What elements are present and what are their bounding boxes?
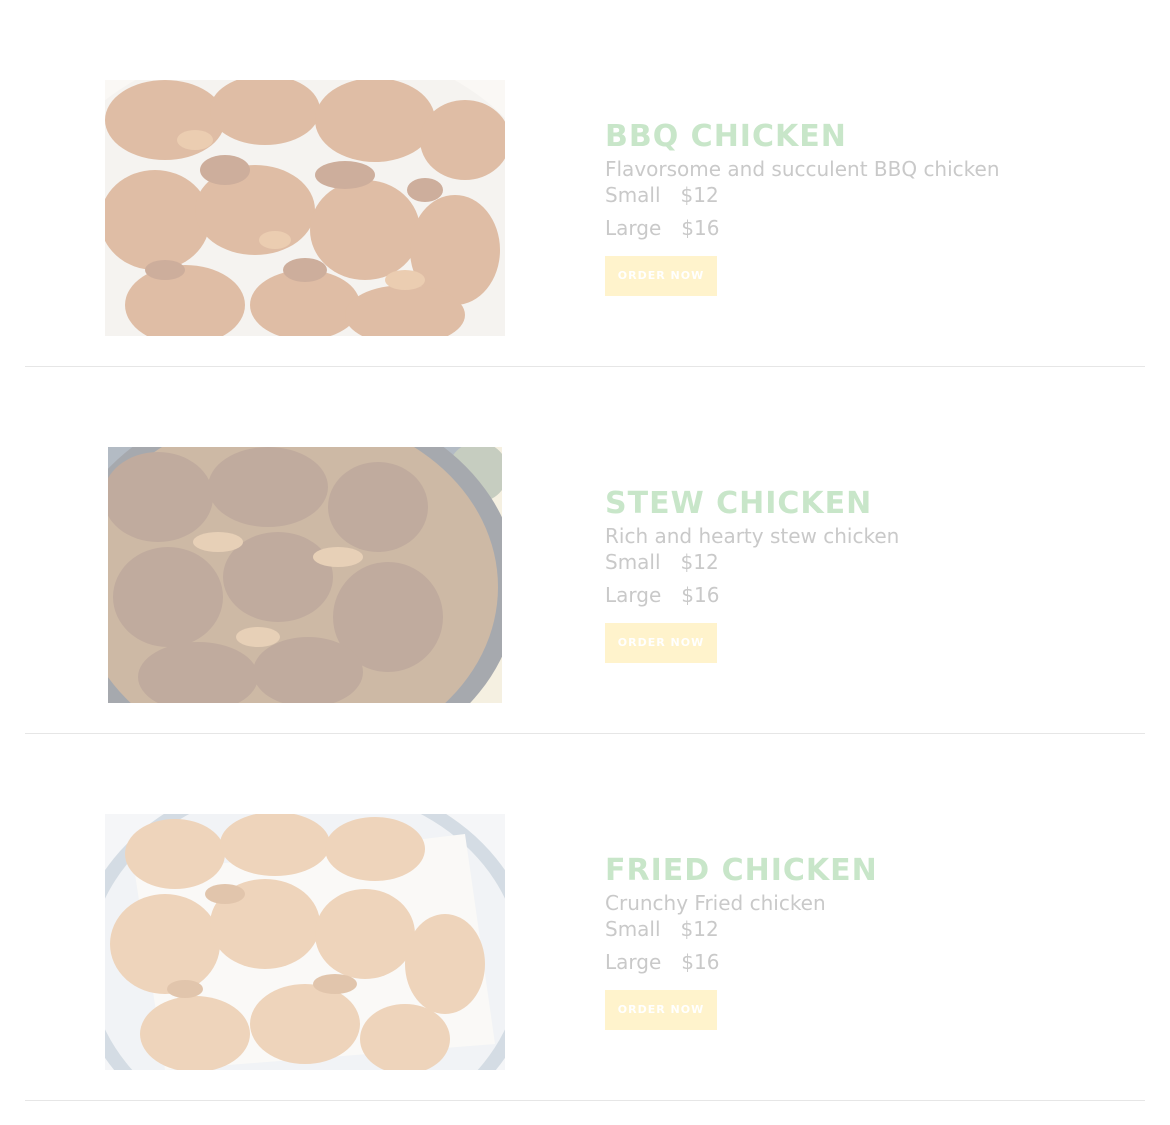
menu-item-description: Rich and hearty stew chicken [605, 524, 900, 548]
price-amount: $12 [680, 917, 719, 941]
menu-item-info: STEW CHICKEN Rich and hearty stew chicke… [605, 485, 1125, 663]
menu-item-title: BBQ CHICKEN [605, 119, 847, 154]
menu-item-description: Flavorsome and succulent BBQ chicken [605, 157, 1000, 181]
price-amount: $16 [681, 216, 720, 240]
menu-item-fried-chicken: FRIED CHICKEN Crunchy Fried chicken Smal… [25, 734, 1145, 1101]
size-label: Large [605, 216, 662, 240]
menu-item-stew-chicken: STEW CHICKEN Rich and hearty stew chicke… [25, 367, 1145, 734]
order-now-button[interactable]: ORDER NOW [605, 990, 717, 1030]
price-large: Large $16 [605, 215, 1125, 241]
price-amount: $12 [680, 183, 719, 207]
size-label: Small [605, 183, 661, 207]
fried-chicken-photo [105, 814, 505, 1070]
price-large: Large $16 [605, 582, 1125, 608]
menu-item-info: BBQ CHICKEN Flavorsome and succulent BBQ… [605, 118, 1125, 296]
order-now-button[interactable]: ORDER NOW [605, 623, 717, 663]
order-now-button[interactable]: ORDER NOW [605, 256, 717, 296]
menu-item-description: Crunchy Fried chicken [605, 891, 826, 915]
price-small: Small $12 [605, 916, 1125, 942]
menu-item-bbq-chicken: BBQ CHICKEN Flavorsome and succulent BBQ… [25, 0, 1145, 367]
price-large: Large $16 [605, 949, 1125, 975]
menu-item-info: FRIED CHICKEN Crunchy Fried chicken Smal… [605, 852, 1125, 1030]
size-label: Large [605, 950, 662, 974]
size-label: Small [605, 917, 661, 941]
price-amount: $12 [680, 550, 719, 574]
price-small: Small $12 [605, 182, 1125, 208]
menu-item-title: STEW CHICKEN [605, 486, 873, 521]
price-amount: $16 [681, 583, 720, 607]
size-label: Small [605, 550, 661, 574]
menu-item-title: FRIED CHICKEN [605, 853, 878, 888]
price-small: Small $12 [605, 549, 1125, 575]
size-label: Large [605, 583, 662, 607]
stew-chicken-photo [108, 447, 502, 703]
menu-list: BBQ CHICKEN Flavorsome and succulent BBQ… [0, 0, 1170, 1125]
price-amount: $16 [681, 950, 720, 974]
bbq-chicken-photo [105, 80, 505, 336]
